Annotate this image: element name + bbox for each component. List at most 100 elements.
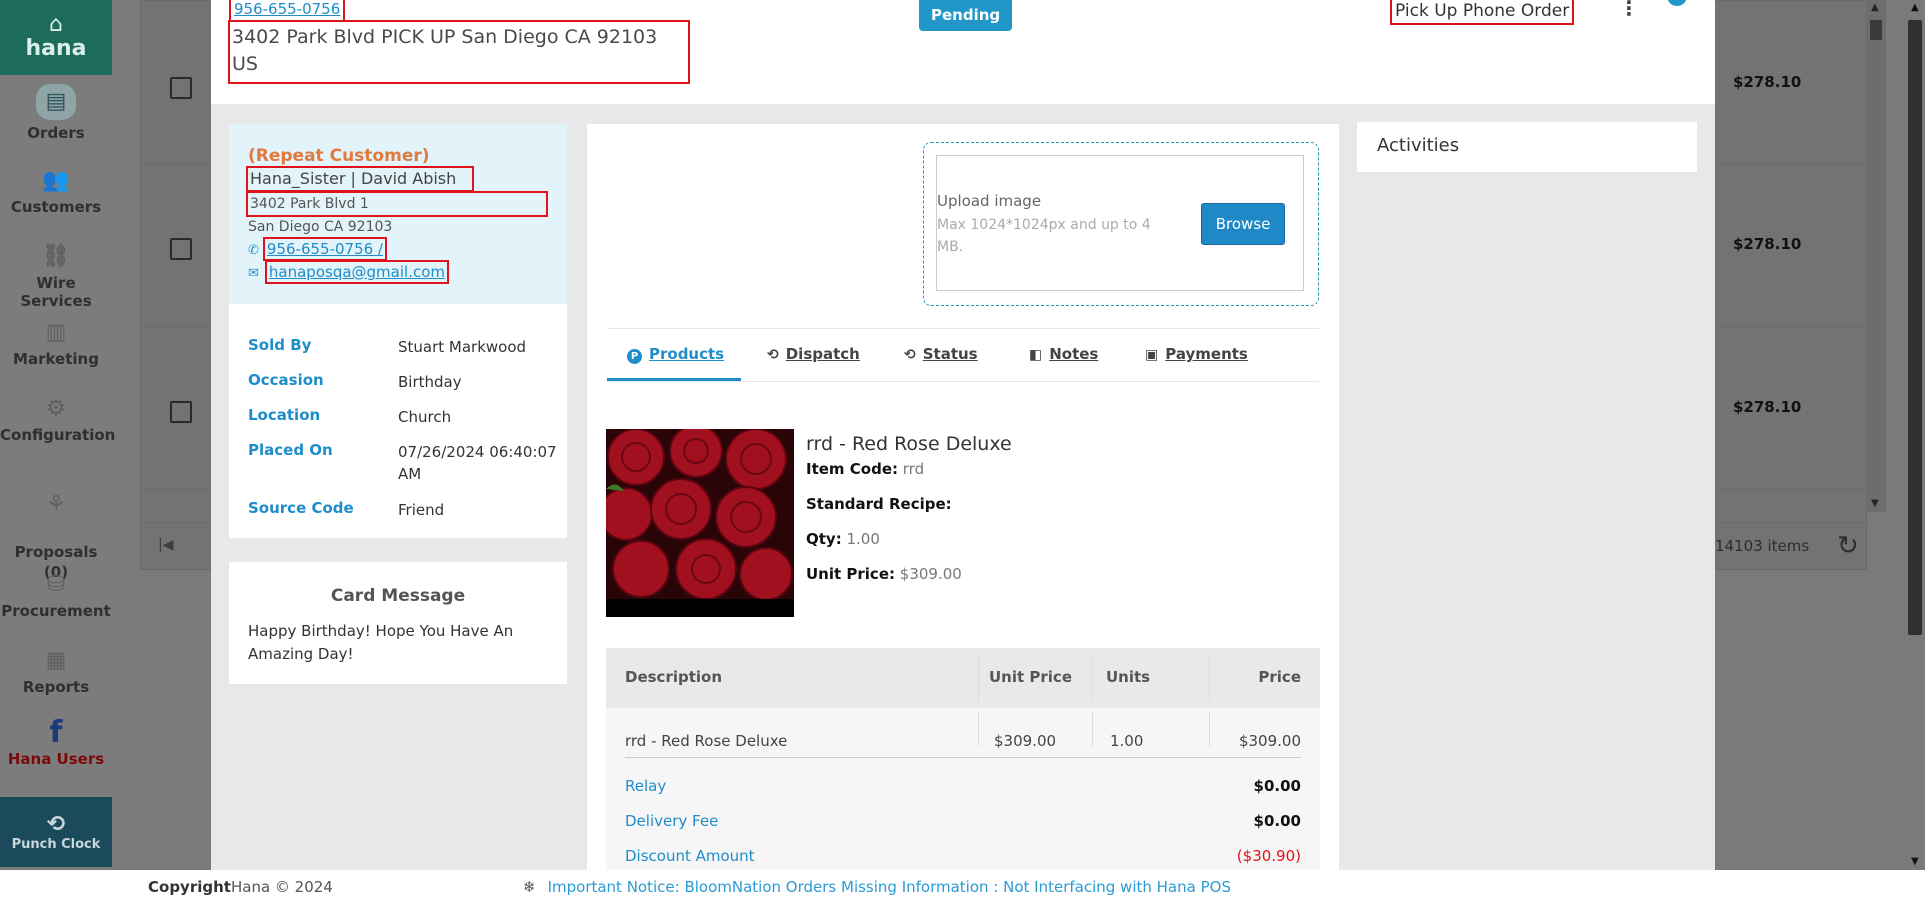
detail-label: Location xyxy=(248,406,321,424)
page-footer: CopyrightHana © 2024 ❄ Important Notice: … xyxy=(0,870,1925,904)
copyright-label: Copyright xyxy=(148,878,231,896)
sidebar-item-proposals[interactable]: ⚘ Proposals (0) xyxy=(0,472,112,582)
copyright-text: Hana © 2024 xyxy=(230,878,333,896)
detail-label: Occasion xyxy=(248,371,324,389)
table-body: rrd - Red Rose Deluxe $309.00 1.00 $309.… xyxy=(606,708,1320,870)
table-header: Description Unit Price Units Price xyxy=(606,648,1320,708)
sidebar-item-label: Orders xyxy=(27,124,85,142)
scroll-thumb[interactable] xyxy=(1870,20,1882,40)
sidebar-item-customers[interactable]: 👥 Customers xyxy=(0,168,112,216)
tab-label: Notes xyxy=(1049,345,1099,363)
important-notice[interactable]: ❄ Important Notice: BloomNation Orders Mi… xyxy=(523,878,1231,896)
detail-label: Sold By xyxy=(248,336,312,354)
tab-label: Payments xyxy=(1165,345,1248,363)
punch-clock-button[interactable]: ⟲ Punch Clock xyxy=(0,797,112,867)
header-description: Description xyxy=(625,668,723,686)
sidebar-item-procurement[interactable]: ⛁ Procurement xyxy=(0,572,112,620)
upload-dropzone[interactable]: Upload image Max 1024*1024px and up to 4… xyxy=(923,142,1319,306)
sidebar-item-configuration[interactable]: ⚙ Configuration xyxy=(0,396,115,444)
product-qty: Qty: 1.00 xyxy=(806,530,880,548)
scroll-down-icon[interactable]: ▼ xyxy=(1871,498,1879,509)
detail-value: Birthday xyxy=(398,373,462,391)
tab-status[interactable]: ⟲ Status xyxy=(904,345,978,363)
customer-name: Hana_Sister | David Abish xyxy=(246,166,474,192)
tab-payments[interactable]: ▣ Payments xyxy=(1145,345,1248,363)
detail-label: Source Code xyxy=(248,499,354,517)
wire-services-icon: ⛓ xyxy=(42,244,70,269)
tab-label: Status xyxy=(922,345,978,363)
notice-text: Important Notice: BloomNation Orders Mis… xyxy=(547,878,1231,896)
sidebar-item-wire-services[interactable]: ⛓ Wire Services xyxy=(0,244,112,310)
order-tabs: P Products ⟲ Dispatch ⟲ Status ◧ Notes ▣ Paym… xyxy=(607,328,1319,382)
scroll-up-icon[interactable]: ▲ xyxy=(1871,2,1879,13)
note-icon: ◧ xyxy=(1029,347,1043,363)
sidebar-item-orders[interactable]: ▤ Orders xyxy=(0,84,112,142)
detail-value: Church xyxy=(398,408,452,426)
customer-phone-link[interactable]: 956-655-0756 / xyxy=(262,237,388,261)
tab-products[interactable]: P Products xyxy=(627,345,724,364)
customer-phone-row: ✆ 956-655-0756 / xyxy=(248,237,388,261)
summary-label: Relay xyxy=(625,777,667,795)
qty-value: 1.00 xyxy=(846,530,880,548)
product-unit-price: Unit Price: $309.00 xyxy=(806,565,962,583)
sidebar-item-label: Customers xyxy=(10,198,102,216)
proposals-icon: ⚘ xyxy=(46,492,66,517)
row-price: $309.00 xyxy=(1238,732,1301,750)
history-icon: ⟲ xyxy=(904,347,916,363)
home-icon: ⌂ xyxy=(49,11,63,37)
close-icon[interactable] xyxy=(1667,0,1687,6)
page-scrollbar[interactable]: ▲ ▼ xyxy=(1905,0,1925,870)
sidebar-item-reports[interactable]: ▦ Reports xyxy=(0,648,112,696)
scroll-thumb[interactable] xyxy=(1908,20,1922,635)
item-code-value: rrd xyxy=(902,460,925,478)
product-item-code: Item Code: rrd xyxy=(806,460,924,478)
summary-value: $0.00 xyxy=(1253,777,1301,795)
summary-value: $0.00 xyxy=(1253,812,1301,830)
table-scrollbar[interactable]: ▲ ▼ xyxy=(1866,0,1886,512)
upload-hint: Max 1024*1024px and up to 4 MB. xyxy=(937,217,1151,255)
browse-button[interactable]: Browse xyxy=(1201,203,1285,245)
row-price: $278.10 xyxy=(1733,398,1802,416)
sidebar-item-marketing[interactable]: ▥ Marketing xyxy=(0,320,112,368)
scroll-down-icon[interactable]: ▼ xyxy=(1911,856,1919,867)
sidebar-item-hana-users[interactable]: f Hana Users xyxy=(0,718,112,769)
customer-address-line1: 3402 Park Blvd 1 xyxy=(246,191,548,217)
detail-value: Stuart Markwood xyxy=(398,338,527,356)
row-checkbox[interactable] xyxy=(170,77,192,99)
refresh-icon[interactable]: ↻ xyxy=(1837,531,1859,561)
gear-icon: ⚙ xyxy=(46,396,66,421)
detail-value: 07/26/2024 06:40:07 AM xyxy=(398,443,557,483)
items-count: 14103 items xyxy=(1715,537,1810,555)
envelope-icon: ✉ xyxy=(248,266,259,281)
tab-notes[interactable]: ◧ Notes xyxy=(1029,345,1098,363)
header-units: Units xyxy=(1106,668,1151,686)
procurement-icon: ⛁ xyxy=(46,572,66,597)
table-row: rrd - Red Rose Deluxe $309.00 1.00 $309.… xyxy=(606,708,1320,758)
header-phone-link[interactable]: 956-655-0756 xyxy=(228,0,346,22)
activities-panel: Activities xyxy=(1357,122,1697,172)
row-checkbox[interactable] xyxy=(170,401,192,423)
first-page-icon[interactable]: |◀ xyxy=(158,537,173,553)
product-recipe: Standard Recipe: xyxy=(806,495,952,513)
reports-icon: ▦ xyxy=(45,648,67,673)
detail-value: Friend xyxy=(398,501,445,519)
sidebar-item-label: Wire Services xyxy=(20,274,92,310)
customer-panel: (Repeat Customer) Hana_Sister | David Ab… xyxy=(229,124,567,538)
order-type-label: Pick Up Phone Order xyxy=(1389,0,1575,25)
tab-dispatch[interactable]: ⟲ Dispatch xyxy=(767,345,860,363)
active-tab-indicator xyxy=(607,378,741,381)
hana-logo[interactable]: ⌂ hana xyxy=(0,0,112,75)
customer-email-link[interactable]: hanaposqa@gmail.com xyxy=(264,260,450,284)
tab-label: Dispatch xyxy=(785,345,860,363)
clock-icon: ⟲ xyxy=(46,812,66,837)
row-price: $278.10 xyxy=(1733,235,1802,253)
row-description: rrd - Red Rose Deluxe xyxy=(625,732,788,750)
recipe-label: Standard Recipe: xyxy=(806,495,952,513)
item-code-label: Item Code: xyxy=(806,460,898,478)
header-price: Price xyxy=(1258,668,1301,686)
row-checkbox[interactable] xyxy=(170,238,192,260)
scroll-up-icon[interactable]: ▲ xyxy=(1911,2,1919,13)
products-icon: P xyxy=(627,349,642,364)
more-options-icon[interactable]: ⋮ xyxy=(1619,0,1639,20)
activities-title: Activities xyxy=(1377,135,1460,156)
